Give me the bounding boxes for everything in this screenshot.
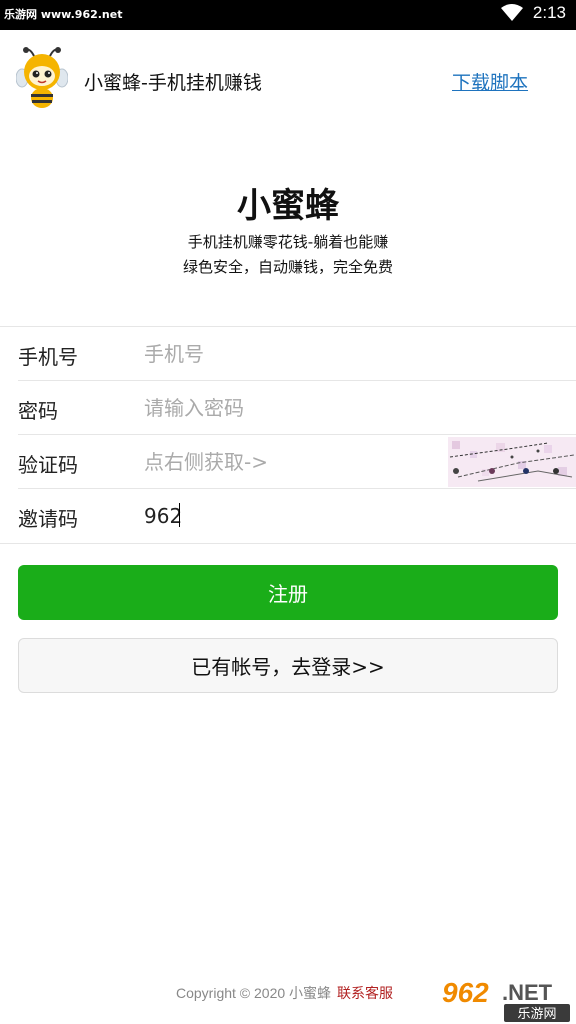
watermark-suffix: .NET <box>502 980 553 1005</box>
hero-tagline-2: 绿色安全，自动赚钱，完全免费 <box>182 258 393 276</box>
contact-support-link[interactable]: 联系客服 <box>337 986 393 1002</box>
phone-row: 手机号 <box>18 327 576 381</box>
phone-input[interactable] <box>144 337 434 371</box>
register-form: 手机号 密码 验证码 邀请码 <box>0 326 576 544</box>
invite-row: 邀请码 <box>18 489 576 543</box>
captcha-row: 验证码 <box>18 435 576 489</box>
watermark-top: 乐游网 www.962.net <box>4 6 123 22</box>
captcha-label: 验证码 <box>18 453 78 477</box>
hero-title: 小蜜蜂 <box>237 186 339 226</box>
text-caret <box>179 503 180 527</box>
watermark-logo: 962 .NET 乐游网 <box>436 972 576 1024</box>
password-input[interactable] <box>144 391 434 425</box>
clock: 2:13 <box>532 3 566 22</box>
captcha-input[interactable] <box>144 445 434 479</box>
wifi-icon <box>500 4 523 21</box>
footer: Copyright © 2020 小蜜蜂 联系客服 <box>176 983 393 1003</box>
status-right: 2:13 <box>500 3 566 23</box>
password-label: 密码 <box>18 399 58 423</box>
phone-label: 手机号 <box>18 345 78 369</box>
hero-tagline-1: 手机挂机赚零花钱-躺着也能赚 <box>187 233 389 251</box>
password-row: 密码 <box>18 381 576 435</box>
header: 小蜜蜂-手机挂机赚钱 下载脚本 <box>0 30 576 130</box>
bee-logo-icon <box>16 47 68 108</box>
invite-label: 邀请码 <box>18 507 78 531</box>
download-script-link[interactable]: 下载脚本 <box>452 68 528 95</box>
copyright-text: Copyright © 2020 小蜜蜂 <box>176 985 332 1001</box>
status-bar: 乐游网 www.962.net 2:13 <box>0 0 576 30</box>
register-button[interactable]: 注册 <box>18 565 558 620</box>
go-login-button[interactable]: 已有帐号，去登录>> <box>18 638 558 693</box>
watermark-site: 乐游网 <box>517 1007 556 1022</box>
app-title: 小蜜蜂-手机挂机赚钱 <box>84 72 262 94</box>
watermark-number: 962 <box>442 977 489 1008</box>
captcha-image[interactable] <box>448 437 576 487</box>
invite-code-input[interactable] <box>144 499 434 533</box>
